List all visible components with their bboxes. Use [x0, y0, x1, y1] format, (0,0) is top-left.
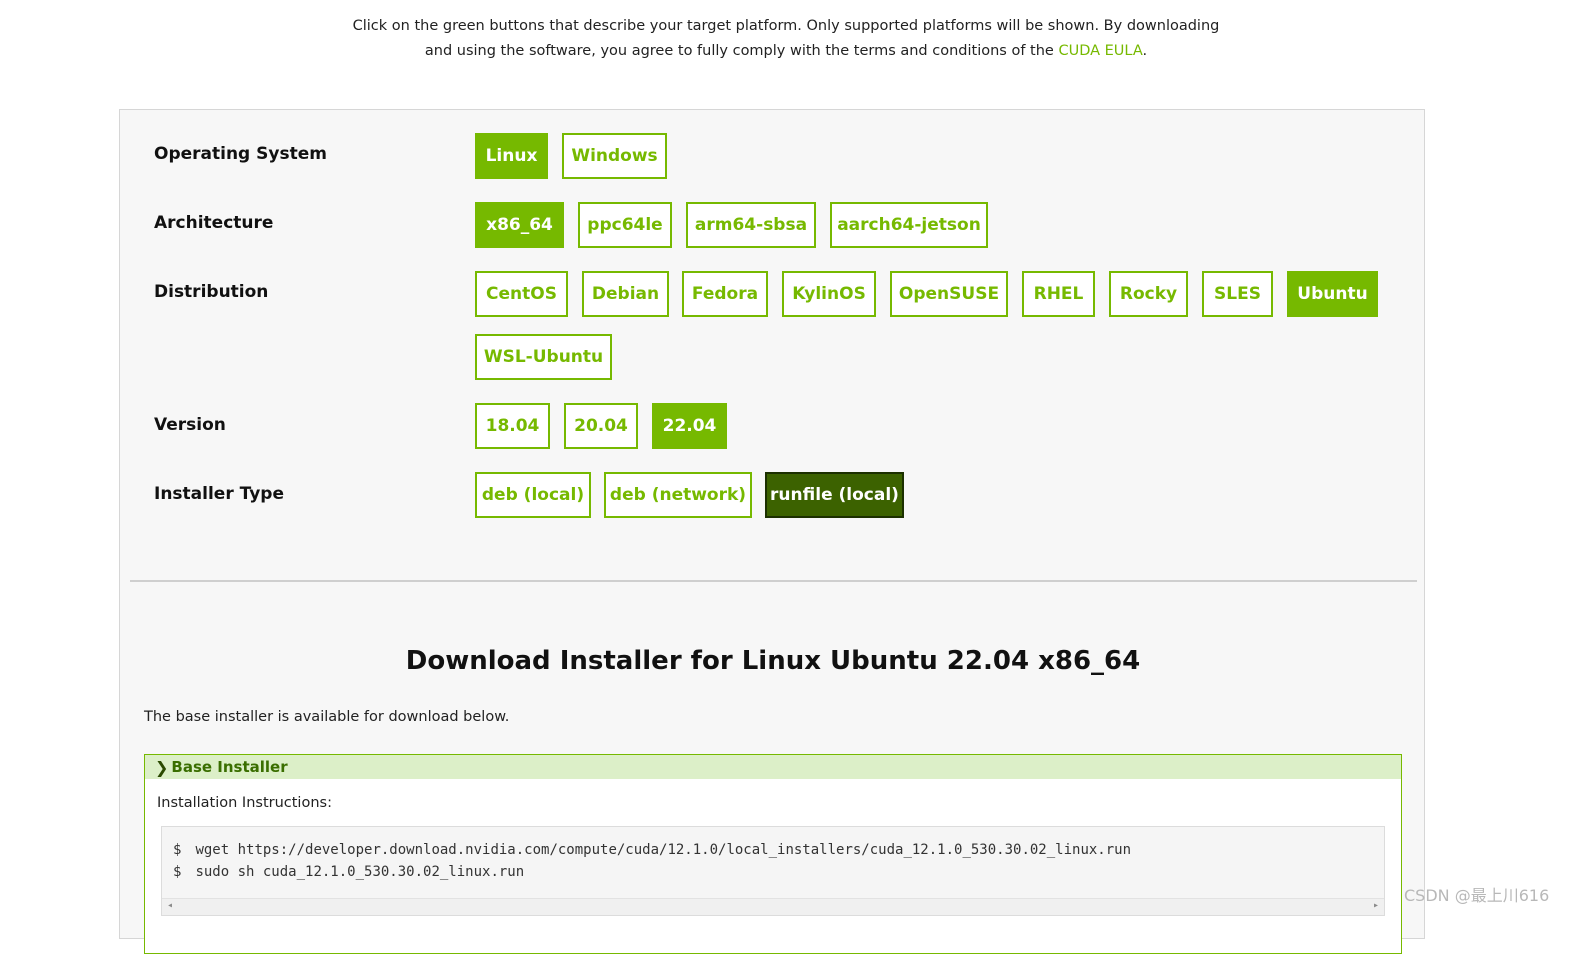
version-option-22-04[interactable]: 22.04: [652, 403, 727, 449]
installer-option-deb-network[interactable]: deb (network): [604, 472, 752, 518]
arch-option-aarch64-jetson[interactable]: aarch64-jetson: [830, 202, 988, 248]
code-line: $ sudo sh cuda_12.1.0_530.30.02_linux.run: [173, 861, 1384, 883]
installer-type-label: Installer Type: [154, 484, 284, 504]
scroll-left-icon[interactable]: ◂: [167, 900, 173, 911]
command-text: wget https://developer.download.nvidia.c…: [195, 842, 1132, 858]
intro-line-2-text: and using the software, you agree to ful…: [424, 42, 1059, 59]
base-installer-title: Base Installer: [171, 758, 288, 776]
architecture-label: Architecture: [154, 213, 274, 233]
horizontal-scrollbar[interactable]: ◂ ▸: [162, 898, 1384, 915]
dist-option-centos[interactable]: CentOS: [475, 271, 568, 317]
dist-option-ubuntu[interactable]: Ubuntu: [1287, 271, 1378, 317]
os-label: Operating System: [154, 144, 327, 164]
download-title: Download Installer for Linux Ubuntu 22.0…: [405, 646, 1141, 676]
dist-option-kylinos[interactable]: KylinOS: [782, 271, 876, 317]
version-label: Version: [154, 415, 226, 435]
dist-option-opensuse[interactable]: OpenSUSE: [890, 271, 1008, 317]
arch-option-x86-64[interactable]: x86_64: [475, 202, 564, 248]
dist-option-sles[interactable]: SLES: [1202, 271, 1273, 317]
section-divider: [130, 580, 1417, 582]
intro-text: Click on the green buttons that describe…: [0, 14, 1572, 63]
dist-option-rhel[interactable]: RHEL: [1022, 271, 1095, 317]
base-installer-header[interactable]: ❯ Base Installer: [145, 755, 1401, 779]
platform-selector-panel: Operating System Linux Windows Architect…: [119, 109, 1425, 954]
base-installer-section: ❯ Base Installer Installation Instructio…: [144, 754, 1402, 954]
dist-option-rocky[interactable]: Rocky: [1109, 271, 1188, 317]
cuda-eula-link[interactable]: CUDA EULA: [1058, 43, 1142, 59]
version-option-20-04[interactable]: 20.04: [564, 403, 638, 449]
installer-option-runfile-local[interactable]: runfile (local): [765, 472, 904, 518]
arch-option-arm64-sbsa[interactable]: arm64-sbsa: [686, 202, 816, 248]
installer-option-deb-local[interactable]: deb (local): [475, 472, 591, 518]
watermark: CSDN @最上川616: [1404, 886, 1550, 905]
dist-option-debian[interactable]: Debian: [582, 271, 669, 317]
intro-line-2: and using the software, you agree to ful…: [0, 39, 1572, 64]
intro-line-1: Click on the green buttons that describe…: [352, 18, 1220, 34]
code-line: $ wget https://developer.download.nvidia.…: [173, 839, 1384, 861]
code-block[interactable]: $ wget https://developer.download.nvidia.…: [161, 826, 1385, 916]
prompt-symbol: $: [173, 864, 182, 880]
prompt-symbol: $: [173, 842, 182, 858]
os-option-windows[interactable]: Windows: [562, 133, 667, 179]
arch-option-ppc64le[interactable]: ppc64le: [578, 202, 672, 248]
intro-line-2-end: .: [1142, 42, 1148, 59]
download-subtitle: The base installer is available for down…: [144, 709, 510, 725]
chevron-right-icon: ❯: [155, 757, 169, 777]
os-option-linux[interactable]: Linux: [475, 133, 548, 179]
scroll-right-icon[interactable]: ▸: [1373, 900, 1379, 911]
distribution-label: Distribution: [154, 282, 269, 302]
installation-instructions-label: Installation Instructions:: [157, 795, 332, 811]
command-text: sudo sh cuda_12.1.0_530.30.02_linux.run: [195, 864, 525, 880]
version-option-18-04[interactable]: 18.04: [475, 403, 550, 449]
dist-option-wsl-ubuntu[interactable]: WSL-Ubuntu: [475, 334, 612, 380]
dist-option-fedora[interactable]: Fedora: [682, 271, 768, 317]
